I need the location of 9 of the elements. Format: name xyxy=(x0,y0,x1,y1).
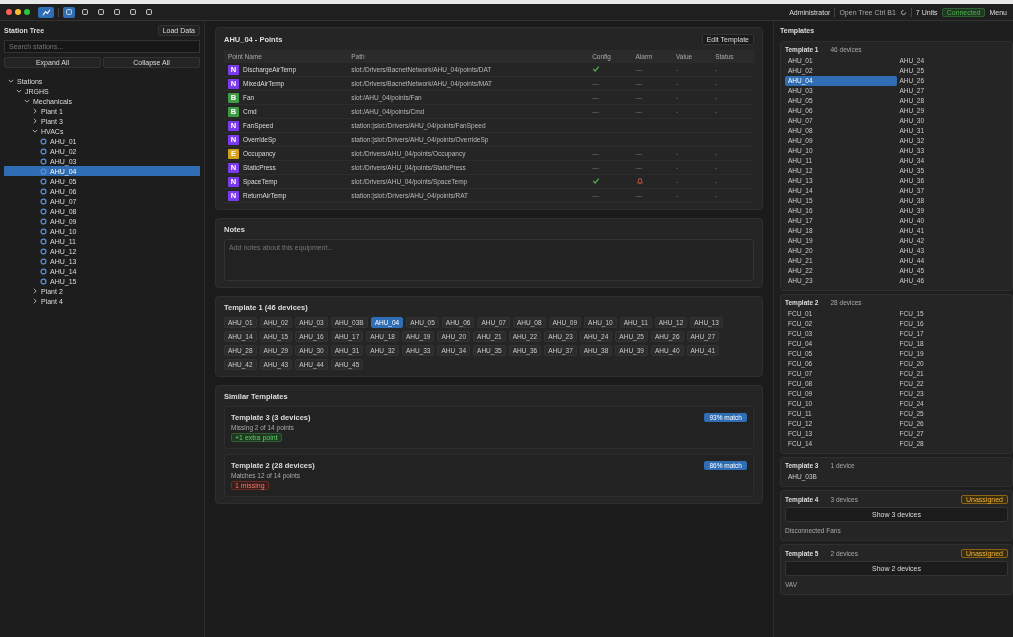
toolbar-icon[interactable] xyxy=(127,6,139,18)
toolbar-icon[interactable] xyxy=(63,6,75,18)
toolbar-icon[interactable] xyxy=(95,6,107,18)
toolbar-icon[interactable] xyxy=(79,6,91,18)
window-controls-icon[interactable] xyxy=(6,9,30,15)
toolbar-icon[interactable] xyxy=(111,6,123,18)
refresh-icon[interactable] xyxy=(899,8,907,16)
app-icon[interactable] xyxy=(38,6,54,18)
toolbar-icon[interactable] xyxy=(143,6,155,18)
